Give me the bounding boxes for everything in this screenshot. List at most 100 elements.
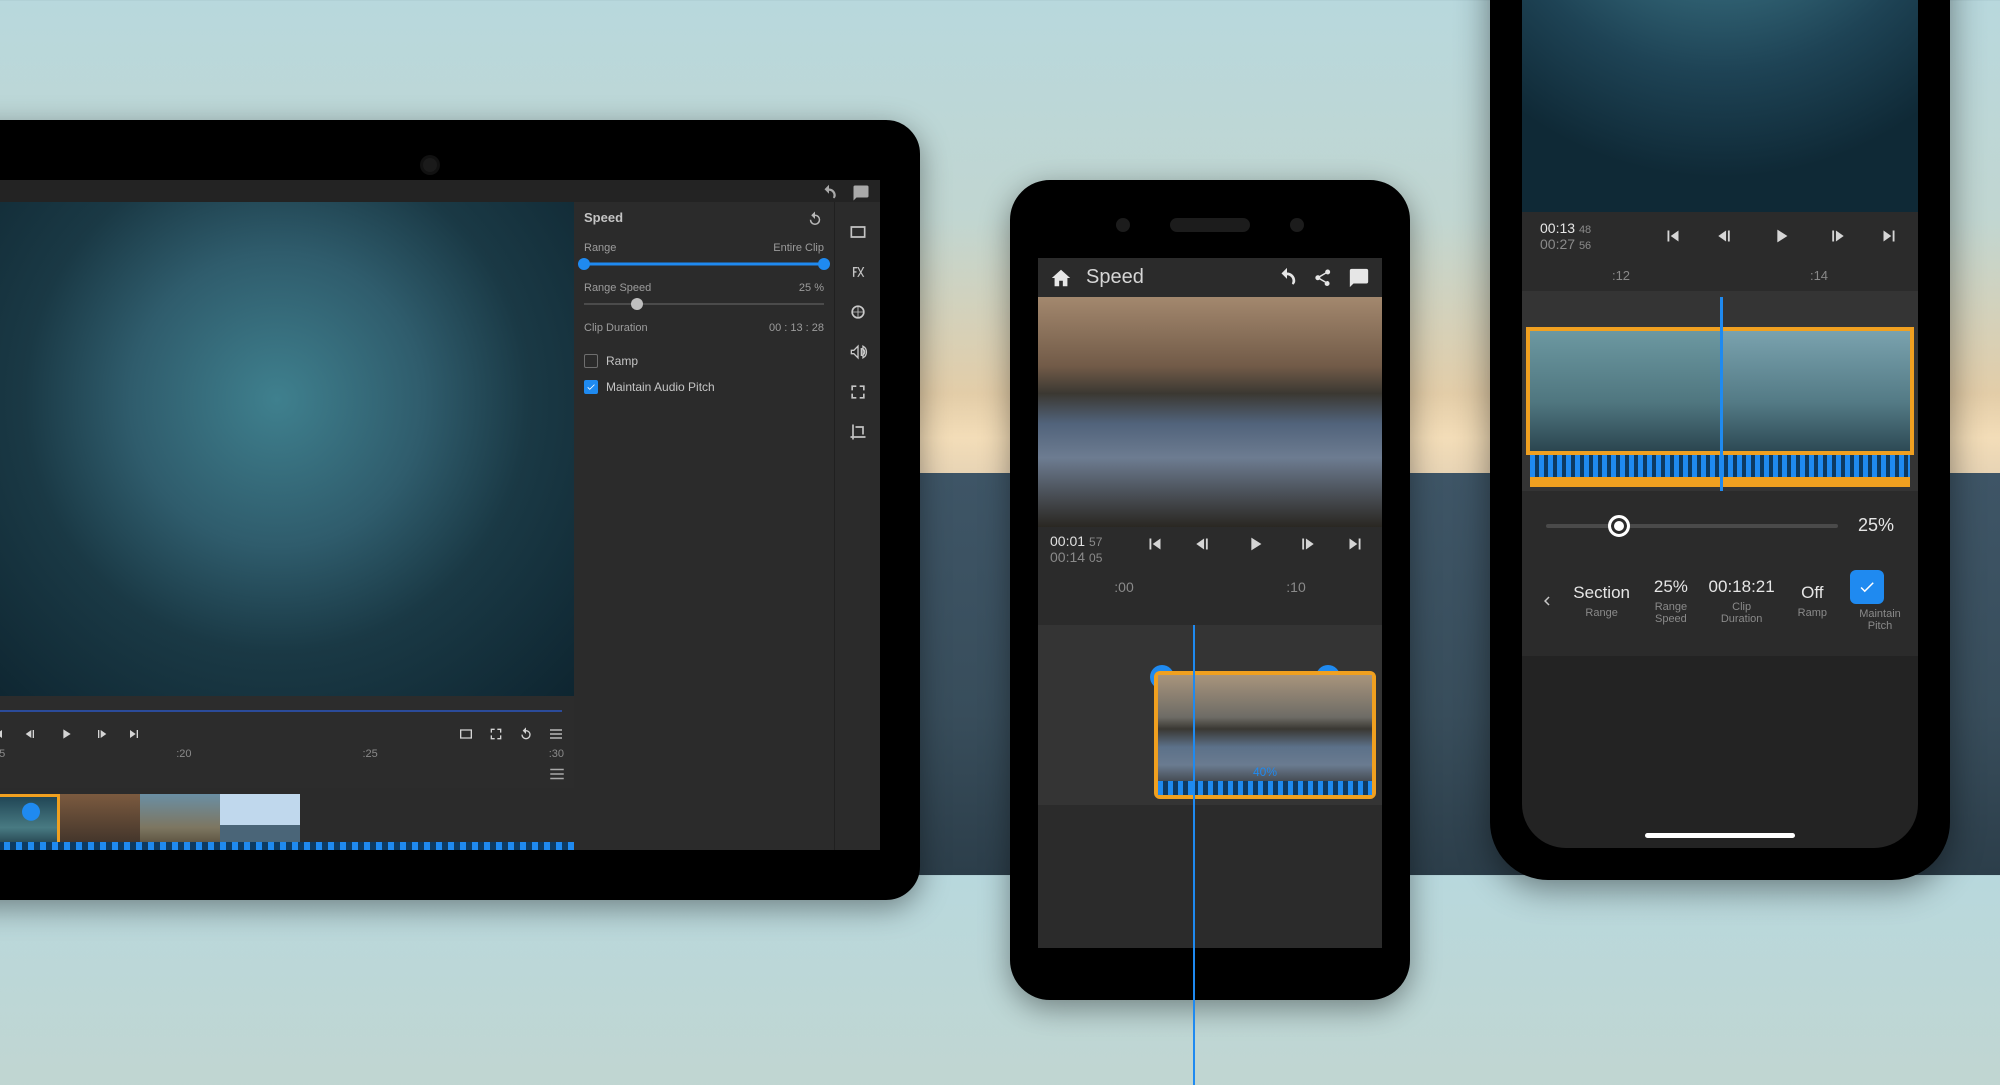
transport-bar — [0, 720, 574, 746]
timecode: 00:0157 00:1405 — [1038, 527, 1128, 571]
mark-label: :15 — [0, 748, 5, 760]
android-screen: Speed 00:0157 00:1405 — [1038, 258, 1382, 948]
view-icon[interactable] — [548, 726, 564, 742]
color-icon[interactable] — [848, 302, 868, 322]
skip-prev-icon[interactable] — [1662, 225, 1684, 247]
timeline-thumbs[interactable] — [0, 788, 574, 850]
frame-fwd-icon[interactable] — [1294, 533, 1316, 555]
transport-bar — [1128, 527, 1382, 567]
timeline[interactable]: 40% — [1038, 625, 1382, 805]
tool-rail — [834, 202, 880, 850]
tablet-device: :15 :20 :25 :30 — [0, 120, 920, 900]
timecode-bar: 00:13 48 00:27 56 — [1522, 212, 1918, 260]
comment-icon[interactable] — [852, 184, 870, 202]
skip-next-icon[interactable] — [1878, 225, 1900, 247]
undo-icon[interactable] — [820, 184, 838, 202]
comment-icon[interactable] — [1348, 267, 1370, 289]
range-cell[interactable]: Section Range — [1570, 583, 1633, 619]
frame-back-icon[interactable] — [1194, 533, 1216, 555]
preview-video[interactable] — [0, 202, 574, 696]
checkbox-off-icon[interactable] — [584, 354, 598, 368]
clip[interactable]: 40% — [1158, 675, 1372, 795]
maintain-pitch-label: Maintain Audio Pitch — [606, 380, 715, 394]
skip-prev-icon[interactable] — [0, 726, 6, 742]
android-device: Speed 00:0157 00:1405 — [1010, 180, 1410, 1000]
clip-duration-cell[interactable]: 00:18:21 Clip Duration — [1709, 577, 1775, 625]
clip-duration-label: Clip Duration — [584, 322, 648, 334]
panel-title: Speed — [584, 210, 623, 228]
aspect-icon[interactable] — [848, 222, 868, 242]
timeline-menu-icon[interactable] — [548, 765, 566, 783]
undo-icon[interactable] — [1276, 267, 1298, 289]
iphone-screen: 00:13 48 00:27 56 :12 :14 2 — [1522, 0, 1918, 848]
speed-value: 25% — [1858, 515, 1894, 536]
mark-label: :25 — [362, 748, 377, 760]
ramp-cell[interactable]: Off Ramp — [1781, 583, 1844, 619]
chevron-left-icon — [1538, 592, 1556, 610]
maintain-pitch-cell[interactable]: Maintain Pitch — [1850, 570, 1910, 632]
maintain-pitch-checkbox[interactable]: Maintain Audio Pitch — [584, 380, 824, 394]
checkbox-on-icon[interactable] — [1850, 570, 1884, 604]
clip-thumb[interactable] — [60, 794, 140, 850]
timeline-marks: :12 :14 — [1522, 260, 1918, 291]
mark-label: :30 — [549, 748, 564, 760]
ramp-checkbox[interactable]: Ramp — [584, 354, 824, 368]
audio-icon[interactable] — [848, 342, 868, 362]
crop-icon[interactable] — [848, 422, 868, 442]
checkbox-on-icon[interactable] — [584, 380, 598, 394]
reset-icon[interactable] — [806, 210, 824, 228]
clip-thumb[interactable] — [220, 794, 300, 850]
timeline[interactable] — [1522, 291, 1918, 491]
mark-label: :00 — [1114, 579, 1133, 595]
clip-thumb[interactable] — [140, 794, 220, 850]
range-speed-label: Range Speed — [584, 282, 651, 294]
tablet-screen: :15 :20 :25 :30 — [0, 180, 880, 850]
home-indicator[interactable] — [1645, 833, 1795, 838]
skip-next-icon[interactable] — [126, 726, 142, 742]
mark-label: :14 — [1810, 268, 1828, 283]
range-slider[interactable] — [584, 260, 824, 268]
speed-slider-row: 25% — [1522, 491, 1918, 560]
frame-fwd-icon[interactable] — [92, 726, 108, 742]
range-value: Entire Clip — [773, 242, 824, 254]
transport-bar — [1591, 225, 1900, 247]
range-label: Range — [584, 242, 616, 254]
preview-video[interactable] — [1522, 0, 1918, 212]
frame-back-icon[interactable] — [24, 726, 40, 742]
playhead[interactable] — [1720, 297, 1723, 491]
frame-back-icon[interactable] — [1716, 225, 1738, 247]
speed-panel: Speed Range Entire Clip — [574, 202, 834, 850]
home-icon[interactable] — [1050, 267, 1072, 289]
playhead[interactable] — [1193, 625, 1195, 1085]
iphone-device: 00:13 48 00:27 56 :12 :14 2 — [1490, 0, 1950, 880]
mark-label: :20 — [176, 748, 191, 760]
play-icon[interactable] — [1244, 533, 1266, 555]
speed-slider[interactable] — [1546, 524, 1838, 528]
timeline-marks: :00 :10 — [1038, 571, 1382, 625]
skip-prev-icon[interactable] — [1144, 533, 1166, 555]
preview-video[interactable] — [1038, 297, 1382, 527]
speed-handle-icon[interactable] — [22, 803, 40, 821]
range-speed-slider[interactable] — [584, 300, 824, 308]
share-icon[interactable] — [1312, 267, 1334, 289]
frame-fwd-icon[interactable] — [1824, 225, 1846, 247]
loop-icon[interactable] — [518, 726, 534, 742]
range-speed-value: 25 % — [799, 282, 824, 294]
timeline-marks: :15 :20 :25 :30 — [0, 746, 574, 762]
play-icon[interactable] — [58, 726, 74, 742]
clip-duration-value[interactable]: 00 : 13 : 28 — [769, 322, 824, 334]
play-icon[interactable] — [1770, 225, 1792, 247]
mark-label: :12 — [1612, 268, 1630, 283]
back-button[interactable] — [1530, 592, 1564, 610]
ramp-label: Ramp — [606, 354, 638, 368]
speed-params-bar: Section Range 25% Range Speed 00:18:21 C… — [1522, 560, 1918, 656]
fx-icon[interactable] — [848, 262, 868, 282]
skip-next-icon[interactable] — [1344, 533, 1366, 555]
range-speed-cell[interactable]: 25% Range Speed — [1639, 577, 1702, 625]
seekbar[interactable] — [0, 706, 562, 716]
tablet-preview-area: :15 :20 :25 :30 — [0, 202, 574, 850]
mark-label: :10 — [1286, 579, 1305, 595]
fullscreen-icon[interactable] — [488, 726, 504, 742]
transform-icon[interactable] — [848, 382, 868, 402]
marker-icon[interactable] — [458, 726, 474, 742]
